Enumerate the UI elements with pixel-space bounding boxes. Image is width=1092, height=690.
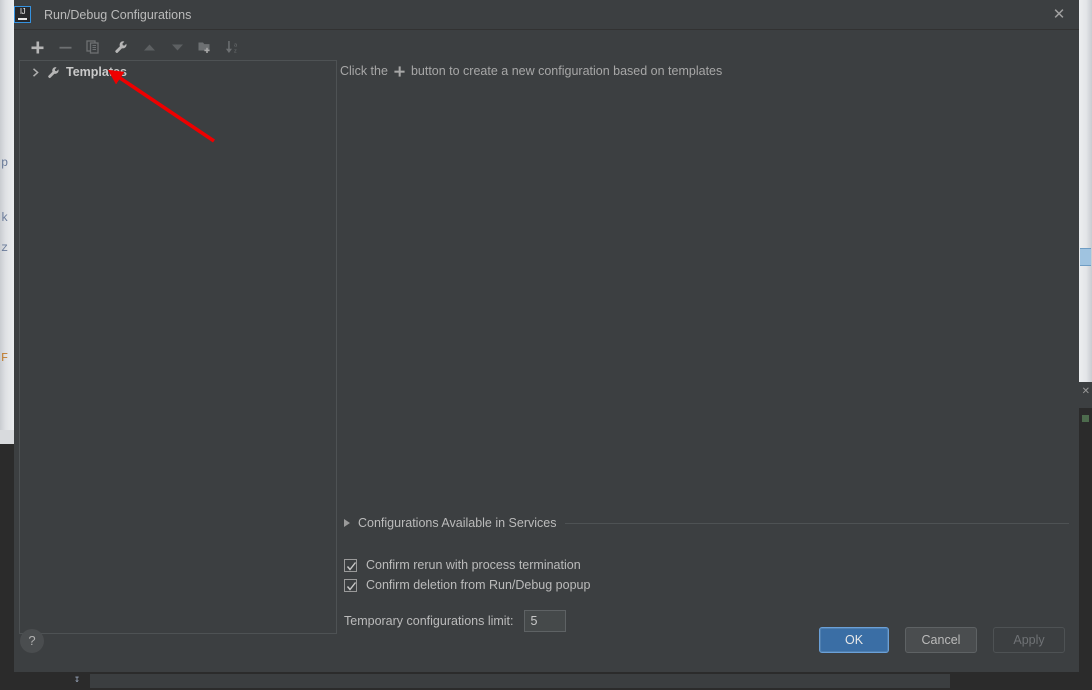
add-configuration-button[interactable] [24, 35, 50, 59]
background-right-chip-icon [1081, 414, 1090, 423]
dialog-title: Run/Debug Configurations [44, 7, 192, 22]
dialog-titlebar: IJ Run/Debug Configurations ✕ [14, 0, 1079, 30]
svg-text:a: a [234, 43, 238, 49]
tree-item-templates[interactable]: Templates [20, 61, 336, 83]
confirm-rerun-checkbox-row[interactable]: Confirm rerun with process termination [344, 558, 581, 572]
configurations-toolbar: a z [14, 31, 1079, 63]
background-status-segment [90, 674, 320, 688]
dialog-footer: ? OK Cancel Apply [14, 620, 1079, 672]
background-status-glyph: ↧ [74, 675, 81, 686]
check-icon [346, 581, 357, 591]
intellij-logo-icon: IJ [14, 6, 31, 23]
cancel-button[interactable]: Cancel [905, 627, 977, 653]
background-glyph: F [1, 351, 9, 365]
minus-icon [59, 46, 71, 49]
new-folder-icon [198, 42, 210, 53]
move-down-button[interactable] [164, 35, 190, 59]
wrench-icon [115, 41, 127, 53]
plus-icon [31, 41, 43, 53]
services-section-label: Configurations Available in Services [358, 516, 557, 530]
confirm-rerun-label: Confirm rerun with process termination [366, 558, 581, 572]
edit-templates-button[interactable] [108, 35, 134, 59]
apply-button[interactable]: Apply [993, 627, 1065, 653]
arrow-down-icon [171, 44, 183, 50]
new-folder-button[interactable] [192, 35, 218, 59]
triangle-right-icon[interactable] [344, 519, 350, 527]
configurations-tree-panel: Templates [19, 60, 337, 634]
background-glyph: p [1, 156, 9, 170]
hint-prefix: Click the [340, 64, 388, 78]
chevron-right-icon[interactable] [30, 67, 41, 78]
background-left-gutter [0, 430, 14, 444]
run-debug-configurations-dialog: IJ Run/Debug Configurations ✕ a z Templa… [14, 0, 1079, 672]
logo-underline [18, 18, 27, 20]
background-right-dark-panel [1079, 408, 1092, 672]
empty-state-hint: Click the button to create a new configu… [340, 64, 722, 78]
sort-az-icon: a z [225, 41, 238, 54]
close-icon[interactable]: ✕ [1051, 7, 1067, 23]
section-divider [564, 522, 1069, 524]
background-glyph: k [1, 211, 9, 225]
hint-suffix: button to create a new configuration bas… [410, 64, 723, 78]
check-icon [346, 561, 357, 571]
help-button[interactable]: ? [20, 629, 44, 653]
confirm-deletion-checkbox-row[interactable]: Confirm deletion from Run/Debug popup [344, 578, 590, 592]
services-section-toggle[interactable]: Configurations Available in Services [344, 516, 1069, 530]
confirm-deletion-checkbox[interactable] [344, 578, 357, 592]
background-close-icon: ✕ [1081, 386, 1090, 397]
background-status-segment [320, 674, 950, 688]
remove-configuration-button[interactable] [52, 35, 78, 59]
arrow-up-icon [143, 44, 155, 50]
background-glyph: z [1, 241, 9, 255]
background-editor-right-scrollbar[interactable] [1079, 0, 1092, 382]
screen: p k z F ✕ ↧ IJ Run/Debug Configurations … [0, 0, 1092, 690]
copy-icon [86, 40, 99, 54]
confirm-deletion-label: Confirm deletion from Run/Debug popup [366, 578, 591, 592]
svg-text:z: z [234, 49, 237, 54]
background-left-dark-panel [0, 444, 14, 672]
scrollbar-thumb[interactable] [1080, 248, 1091, 266]
confirm-rerun-checkbox[interactable] [344, 558, 357, 572]
move-up-button[interactable] [136, 35, 162, 59]
copy-configuration-button[interactable] [80, 35, 106, 59]
wrench-icon [48, 66, 59, 78]
plus-icon [394, 65, 405, 77]
tree-item-label: Templates [66, 65, 127, 79]
sort-configurations-button[interactable]: a z [220, 35, 246, 59]
ok-button[interactable]: OK [819, 627, 889, 653]
logo-text: IJ [19, 7, 26, 16]
